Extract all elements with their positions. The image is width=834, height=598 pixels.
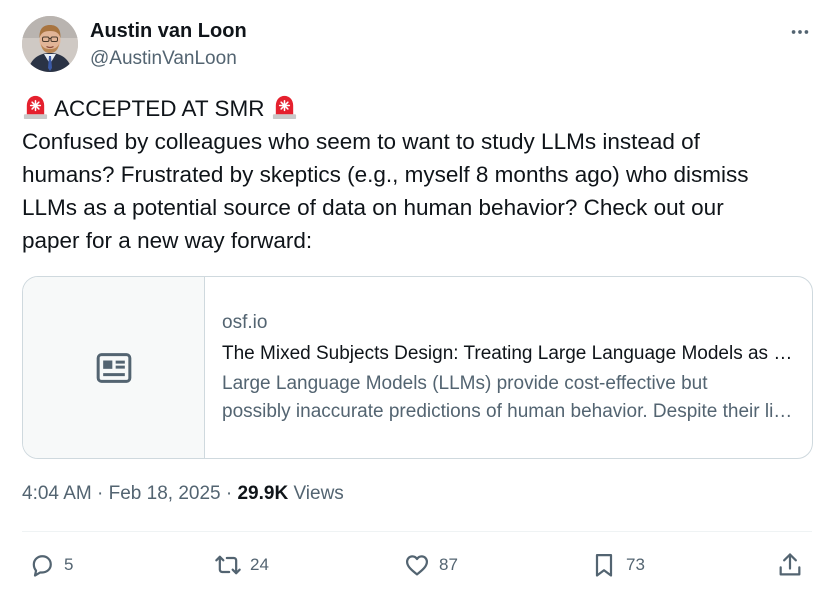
card-domain: osf.io (222, 312, 268, 333)
bookmark-count: 73 (626, 555, 645, 574)
avatar[interactable] (22, 16, 78, 72)
meta-separator: · (225, 483, 233, 504)
action-bar: 5 24 87 73 (22, 548, 812, 582)
siren-emoji-icon (23, 95, 48, 120)
tweet-headline: ACCEPTED AT SMR (54, 96, 265, 121)
tweet-text: ACCEPTED AT SMR Confused by colleagues w… (22, 92, 812, 257)
card-description-line: Large Language Models (LLMs) provide cos… (222, 373, 708, 394)
more-horizontal-icon (791, 30, 809, 34)
card-thumbnail (23, 277, 205, 458)
reply-count: 5 (64, 555, 74, 574)
repost-count: 24 (250, 555, 269, 574)
repost-button[interactable]: 24 (214, 548, 269, 582)
tweet-headline-line: ACCEPTED AT SMR (22, 92, 812, 125)
more-options-button[interactable] (788, 20, 812, 44)
card-description-line: possibly inaccurate predictions of human… (222, 401, 794, 422)
tweet-time[interactable]: 4:04 AM (22, 483, 92, 504)
tweet-line: paper for a new way forward: (22, 228, 313, 253)
bookmark-icon (595, 553, 613, 577)
handle[interactable]: @AustinVanLoon (90, 46, 247, 72)
siren-emoji-icon (272, 95, 296, 120)
share-button[interactable] (776, 548, 804, 582)
card-description: Large Language Models (LLMs) provide cos… (222, 370, 794, 426)
meta-separator: · (97, 483, 104, 504)
divider (22, 531, 812, 532)
link-preview-card[interactable]: osf.io The Mixed Subjects Design: Treati… (22, 276, 813, 459)
author-block: Austin van Loon @AustinVanLoon (90, 18, 247, 72)
heart-icon (405, 555, 429, 576)
views-count: 29.9K (237, 483, 289, 504)
share-icon (779, 553, 801, 576)
tweet-date[interactable]: Feb 18, 2025 (109, 483, 221, 504)
card-body: osf.io The Mixed Subjects Design: Treati… (205, 277, 812, 458)
reply-button[interactable]: 5 (28, 548, 73, 582)
repost-icon (215, 555, 241, 575)
reply-icon (32, 555, 52, 577)
tweet-meta: 4:04 AM · Feb 18, 2025 · 29.9K Views (22, 480, 344, 508)
like-button[interactable]: 87 (403, 548, 458, 582)
views-label: Views (293, 483, 344, 504)
display-name[interactable]: Austin van Loon (90, 18, 247, 44)
newspaper-icon (96, 352, 131, 383)
tweet-line: LLMs as a potential source of data on hu… (22, 195, 724, 220)
like-count: 87 (439, 555, 458, 574)
tweet-header: Austin van Loon @AustinVanLoon (22, 16, 812, 74)
card-title: The Mixed Subjects Design: Treating Larg… (222, 343, 794, 364)
bookmark-button[interactable]: 73 (590, 548, 645, 582)
tweet-line: Confused by colleagues who seem to want … (22, 129, 700, 154)
tweet-line: humans? Frustrated by skeptics (e.g., my… (22, 162, 749, 187)
